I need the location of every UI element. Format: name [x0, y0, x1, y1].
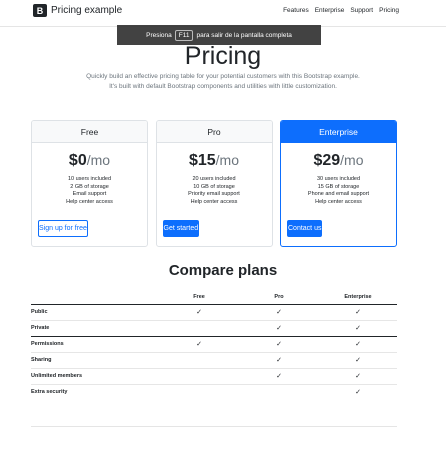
feature-item: Help center access	[315, 198, 362, 205]
check-icon: ✓	[276, 325, 282, 332]
feature-label: Sharing	[31, 352, 159, 369]
f11-key: F11	[174, 29, 194, 41]
pricing-cards: Free $0/mo 10 users included 2 GB of sto…	[31, 120, 397, 247]
plan-name: Free	[32, 121, 147, 143]
feature-item: 2 GB of storage	[70, 183, 109, 190]
contact-us-button[interactable]: Contact us	[287, 220, 323, 237]
price-period: /mo	[215, 152, 240, 168]
cell-free: ✓	[159, 304, 239, 321]
feature-item: Help center access	[190, 198, 238, 205]
brand[interactable]: B Pricing example	[33, 4, 122, 17]
bootstrap-logo-icon: B	[33, 4, 47, 17]
table-row: Public ✓ ✓ ✓	[31, 304, 397, 321]
check-icon: ✓	[276, 309, 282, 316]
cell-enterprise: ✓	[319, 304, 397, 321]
column-header	[31, 290, 159, 305]
get-started-button[interactable]: Get started	[162, 220, 200, 237]
table-row: Sharing ✓ ✓	[31, 352, 397, 369]
check-icon: ✓	[355, 357, 361, 364]
check-icon: ✓	[355, 309, 361, 316]
cell-pro: ✓	[239, 368, 319, 385]
cell-pro: ✓	[239, 320, 319, 337]
nav-link-features[interactable]: Features	[283, 7, 309, 14]
feature-item: Phone and email support	[307, 191, 370, 197]
cell-enterprise: ✓	[319, 320, 397, 337]
table-row: Permissions ✓ ✓ ✓	[31, 336, 397, 353]
column-header-enterprise: Enterprise	[319, 290, 397, 305]
cell-free	[159, 368, 239, 385]
plan-card-enterprise: Enterprise $29/mo 30 users included 15 G…	[280, 120, 397, 247]
price-period: /mo	[86, 152, 111, 168]
cell-pro	[239, 384, 319, 400]
fullscreen-notice-suffix: para salir de la pantalla completa	[196, 31, 292, 39]
price-amount: $29	[313, 152, 341, 169]
check-icon: ✓	[196, 309, 202, 316]
table-row: Extra security ✓	[31, 384, 397, 400]
feature-item: Email support	[72, 191, 107, 197]
column-header-free: Free	[159, 290, 239, 305]
feature-item: Priority email support	[188, 191, 240, 197]
cell-pro: ✓	[239, 336, 319, 353]
plan-features: 30 users included 15 GB of storage Phone…	[281, 176, 396, 206]
compare-plans-title: Compare plans	[168, 262, 278, 279]
check-icon: ✓	[276, 373, 282, 380]
feature-item: 15 GB of storage	[317, 183, 360, 190]
nav-link-enterprise[interactable]: Enterprise	[315, 7, 345, 14]
sign-up-free-button[interactable]: Sign up for free	[38, 220, 88, 237]
nav-link-pricing[interactable]: Pricing	[379, 7, 399, 14]
table-header-row: Free Pro Enterprise	[31, 290, 397, 305]
plan-name: Enterprise	[281, 121, 396, 143]
price-period: /mo	[340, 152, 364, 168]
feature-item: 20 users included	[192, 176, 236, 182]
check-icon: ✓	[355, 389, 361, 397]
main-nav: Features Enterprise Support Pricing	[283, 7, 399, 14]
table-row: Private ✓ ✓	[31, 320, 397, 337]
feature-label: Public	[31, 304, 159, 321]
plan-card-free: Free $0/mo 10 users included 2 GB of sto…	[31, 120, 148, 247]
check-icon: ✓	[355, 373, 361, 380]
plan-price: $15/mo	[157, 152, 272, 172]
nav-link-support[interactable]: Support	[350, 7, 373, 14]
price-amount: $0	[68, 152, 87, 169]
cell-free	[159, 352, 239, 369]
feature-label: Permissions	[31, 336, 159, 353]
cell-pro: ✓	[239, 352, 319, 369]
footer-divider	[31, 426, 397, 427]
plan-price: $0/mo	[32, 152, 147, 172]
plan-card-pro: Pro $15/mo 20 users included 10 GB of st…	[155, 120, 273, 247]
price-amount: $15	[188, 152, 216, 169]
check-icon: ✓	[196, 341, 202, 348]
feature-label: Extra security	[31, 389, 68, 396]
check-icon: ✓	[355, 325, 361, 332]
cell-enterprise: ✓	[319, 336, 397, 353]
cell-free: ✓	[159, 336, 239, 353]
feature-item: Help center access	[66, 198, 113, 205]
check-icon: ✓	[276, 341, 282, 348]
check-icon: ✓	[276, 357, 282, 364]
feature-label: Unlimited members	[31, 368, 159, 385]
compare-table: Free Pro Enterprise Public ✓ ✓ ✓ Private ✓ ✓ Pe…	[31, 290, 397, 400]
plan-features: 10 users included 2 GB of storage Email …	[32, 176, 147, 206]
feature-item: 10 users included	[67, 176, 112, 182]
page-lead: Quickly build an effective pricing table…	[86, 73, 360, 90]
check-icon: ✓	[355, 341, 361, 348]
plan-price: $29/mo	[281, 152, 396, 172]
cell-pro: ✓	[239, 304, 319, 321]
page-title: Pricing	[184, 42, 262, 70]
plan-features: 20 users included 10 GB of storage Prior…	[157, 176, 272, 206]
plan-name: Pro	[156, 121, 272, 143]
table-row: Unlimited members ✓ ✓	[31, 368, 397, 385]
cell-free	[159, 384, 239, 400]
feature-item: 10 GB of storage	[193, 183, 235, 190]
fullscreen-notice-prefix: Presiona	[146, 31, 172, 39]
feature-label: Private	[31, 320, 159, 337]
cell-enterprise: ✓	[319, 368, 397, 385]
cell-enterprise: ✓	[319, 352, 397, 369]
brand-name: Pricing example	[51, 5, 123, 16]
feature-item: 30 users included	[316, 176, 361, 182]
column-header-pro: Pro	[239, 290, 319, 305]
site-header: B Pricing example Features Enterprise Su…	[0, 0, 446, 27]
cell-free	[159, 320, 239, 337]
cell-enterprise: ✓	[319, 384, 397, 400]
